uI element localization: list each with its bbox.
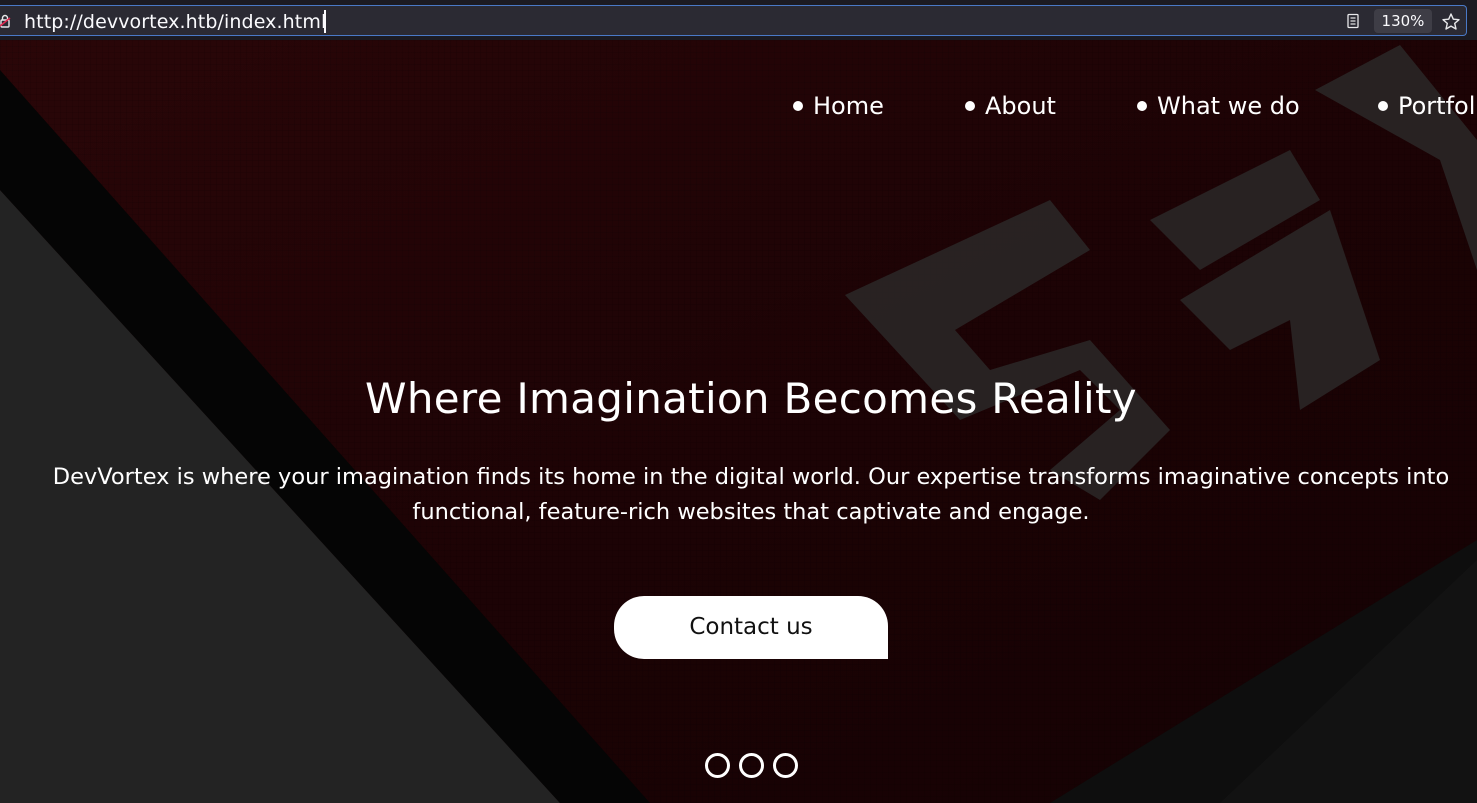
carousel-dot[interactable] — [739, 753, 764, 778]
reader-view-icon[interactable] — [1345, 13, 1361, 29]
nav-label: Portfolio — [1398, 92, 1477, 120]
nav-item-portfolio[interactable]: Portfolio — [1378, 92, 1477, 120]
carousel-dot[interactable] — [705, 753, 730, 778]
nav-label: Home — [813, 92, 884, 120]
nav-label: What we do — [1157, 92, 1300, 120]
nav-label: About — [985, 92, 1056, 120]
text-caret — [324, 10, 326, 33]
nav-item-about[interactable]: About — [965, 92, 1056, 120]
hero-section: Home About What we do Portfolio Where Im… — [0, 40, 1477, 803]
hero-description-line: DevVortex is where your imagination find… — [52, 464, 1450, 490]
hero-headline: Where Imagination Becomes Reality — [365, 374, 1137, 423]
hero-description: DevVortex is where your imagination find… — [20, 460, 1477, 530]
zoom-level-button[interactable]: 130% — [1374, 9, 1432, 33]
bullet-icon — [1137, 101, 1147, 111]
bullet-icon — [1378, 101, 1388, 111]
carousel-indicators — [705, 753, 798, 778]
bullet-icon — [793, 101, 803, 111]
insecure-lock-icon[interactable] — [0, 14, 12, 28]
nav-item-what-we-do[interactable]: What we do — [1137, 92, 1300, 120]
url-bar[interactable]: http://devvortex.htb/index.html 130% — [0, 5, 1467, 36]
browser-toolbar: http://devvortex.htb/index.html 130% — [0, 0, 1477, 40]
bullet-icon — [965, 101, 975, 111]
bookmark-star-icon[interactable] — [1441, 12, 1461, 32]
url-input[interactable]: http://devvortex.htb/index.html — [24, 11, 326, 33]
main-nav: Home About What we do Portfolio — [0, 92, 1477, 122]
carousel-dot[interactable] — [773, 753, 798, 778]
contact-us-button[interactable]: Contact us — [614, 596, 888, 659]
hero-description-line: functional, feature-rich websites that c… — [412, 499, 1090, 525]
nav-item-home[interactable]: Home — [793, 92, 884, 120]
